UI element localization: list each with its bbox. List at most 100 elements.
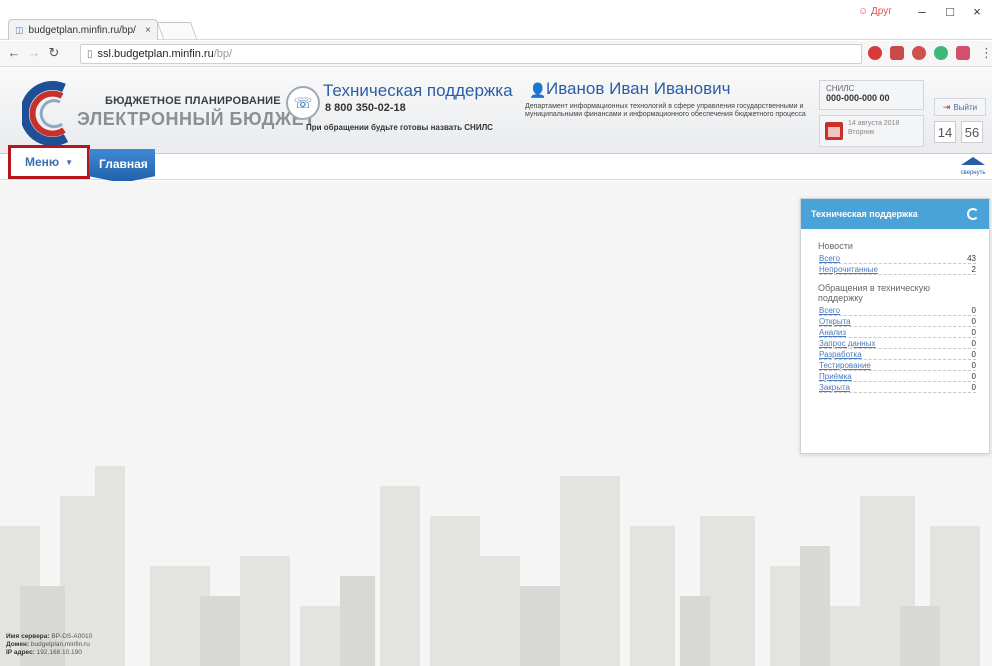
server-name-label: Имя сервера:	[6, 633, 50, 640]
user-icon: 👤	[529, 82, 547, 98]
requests-closed-count: 0	[971, 382, 976, 392]
list-item: Приёмка 0	[819, 371, 976, 382]
server-info: Имя сервера: BP-DS-A0010 Домен: budgetpl…	[6, 633, 92, 657]
main-content: Техническая поддержка Новости Всего 43 Н…	[0, 181, 992, 666]
server-ip-value: 192.168.10.190	[36, 649, 82, 656]
collapse-header-button[interactable]: свернуть	[958, 157, 988, 177]
list-item: Непрочитанные 2	[819, 264, 976, 275]
snils-value: 000-000-000 00	[826, 93, 890, 103]
server-domain-value: budgetplan.minfin.ru	[30, 641, 90, 648]
requests-acceptance-link[interactable]: Приёмка	[819, 372, 852, 381]
forward-arrow-icon[interactable]: →	[26, 45, 42, 60]
browser-tab[interactable]: ◫ budgetplan.minfin.ru/bp/ ×	[8, 19, 158, 40]
address-bar[interactable]: ▯ ssl.budgetplan.minfin.ru/bp/	[80, 44, 862, 64]
news-total-count: 43	[967, 253, 976, 263]
requests-testing-count: 0	[971, 360, 976, 370]
news-unread-link[interactable]: Непрочитанные	[819, 265, 878, 274]
url-path: /bp/	[213, 48, 233, 60]
list-item: Запрос данных 0	[819, 338, 976, 349]
browser-menu-icon[interactable]: ⋮	[980, 45, 992, 61]
back-arrow-icon[interactable]: ←	[6, 45, 22, 60]
url-text: ssl.budgetplan.minfin.ru/bp/	[98, 48, 233, 60]
page-info-icon[interactable]: ▯	[87, 49, 93, 60]
support-widget-title: Техническая поддержка	[811, 209, 918, 219]
page-favicon-icon: ◫	[15, 24, 24, 35]
refresh-icon[interactable]	[967, 208, 979, 220]
news-total-link[interactable]: Всего	[819, 254, 840, 263]
requests-open-count: 0	[971, 316, 976, 326]
requests-data-request-link[interactable]: Запрос данных	[819, 339, 875, 348]
browser-user-badge[interactable]: ☺ Друг	[858, 6, 892, 17]
requests-testing-link[interactable]: Тестирование	[819, 361, 871, 370]
support-title[interactable]: Техническая поддержка	[323, 81, 513, 101]
requests-total-count: 0	[971, 305, 976, 315]
menu-button[interactable]: Меню ▼	[8, 145, 90, 179]
user-badge-label: Друг	[871, 6, 892, 17]
chevron-down-icon: ▼	[65, 157, 74, 167]
list-item: Разработка 0	[819, 349, 976, 360]
support-widget-body: Новости Всего 43 Непрочитанные 2 Обращен…	[801, 229, 989, 393]
requests-data-request-count: 0	[971, 338, 976, 348]
user-badge-icon: ☺	[858, 6, 869, 17]
requests-analysis-count: 0	[971, 327, 976, 337]
current-weekday: Вторник	[848, 129, 875, 136]
requests-development-count: 0	[971, 349, 976, 359]
requests-closed-link[interactable]: Закрыта	[819, 383, 850, 392]
requests-development-link[interactable]: Разработка	[819, 350, 862, 359]
maximize-button[interactable]: □	[940, 4, 960, 19]
requests-open-link[interactable]: Открыта	[819, 317, 851, 326]
support-phone-icon: ☏	[286, 86, 320, 120]
logout-label: Выйти	[953, 102, 978, 112]
logo-title-top: БЮДЖЕТНОЕ ПЛАНИРОВАНИЕ	[105, 95, 281, 107]
requests-total-link[interactable]: Всего	[819, 306, 840, 315]
support-widget: Техническая поддержка Новости Всего 43 Н…	[800, 198, 990, 454]
extension-opera-icon[interactable]	[868, 46, 882, 60]
list-item: Тестирование 0	[819, 360, 976, 371]
browser-titlebar: ◫ budgetplan.minfin.ru/bp/ × ☺ Друг – □ …	[0, 0, 992, 40]
tab-home[interactable]: Главная	[89, 149, 155, 183]
tab-close-icon[interactable]: ×	[145, 25, 151, 36]
list-item: Всего 0	[819, 305, 976, 316]
support-note: При обращении будьте готовы назвать СНИЛ…	[306, 123, 493, 132]
extension-pocket-icon[interactable]	[890, 46, 904, 60]
minimize-button[interactable]: –	[912, 4, 932, 19]
server-domain-label: Домен:	[6, 641, 30, 648]
date-box: 14 августа 2018 Вторник	[819, 115, 924, 147]
logo-title-bottom: ЭЛЕКТРОННЫЙ БЮДЖЕТ	[77, 109, 316, 129]
list-item: Всего 43	[819, 253, 976, 264]
app-header: БЮДЖЕТНОЕ ПЛАНИРОВАНИЕ ЭЛЕКТРОННЫЙ БЮДЖЕ…	[0, 68, 992, 154]
support-phone: 8 800 350-02-18	[325, 102, 406, 114]
requests-section-title: Обращения в техническую поддержку	[818, 283, 930, 303]
extension-user-icon[interactable]	[912, 46, 926, 60]
tab-home-label: Главная	[99, 157, 148, 171]
logout-button[interactable]: ⇥ Выйти	[934, 98, 986, 116]
logout-door-icon: ⇥	[942, 101, 951, 112]
extension-green-icon[interactable]	[934, 46, 948, 60]
close-window-button[interactable]: ×	[967, 4, 987, 19]
list-item: Анализ 0	[819, 327, 976, 338]
calendar-icon	[825, 122, 843, 140]
server-ip-label: IP адрес:	[6, 649, 35, 656]
menu-label: Меню	[24, 155, 60, 169]
requests-analysis-link[interactable]: Анализ	[819, 328, 846, 337]
clock-minutes: 56	[961, 121, 983, 143]
news-section-title: Новости	[818, 241, 853, 251]
news-unread-count: 2	[971, 264, 976, 274]
user-name[interactable]: Иванов Иван Иванович	[546, 79, 730, 99]
list-item: Закрыта 0	[819, 382, 976, 393]
snils-box: СНИЛС 000-000-000 00	[819, 80, 924, 110]
clock-hours: 14	[934, 121, 956, 143]
support-widget-header: Техническая поддержка	[801, 199, 989, 229]
server-name-value: BP-DS-A0010	[51, 633, 93, 640]
tab-title: budgetplan.minfin.ru/bp/	[28, 24, 136, 36]
current-date: 14 августа 2018	[848, 120, 900, 127]
electronic-budget-logo-icon[interactable]	[22, 80, 82, 146]
user-department: Департамент информационных технологий в …	[525, 103, 806, 118]
collapse-label: свернуть	[960, 170, 986, 176]
browser-toolbar: ← → ↻ ▯ ssl.budgetplan.minfin.ru/bp/ ⋮	[0, 41, 992, 67]
new-tab-button[interactable]	[156, 22, 198, 39]
extension-bookmark-icon[interactable]	[956, 46, 970, 60]
reload-icon[interactable]: ↻	[46, 45, 62, 61]
list-item: Открыта 0	[819, 316, 976, 327]
requests-acceptance-count: 0	[971, 371, 976, 381]
